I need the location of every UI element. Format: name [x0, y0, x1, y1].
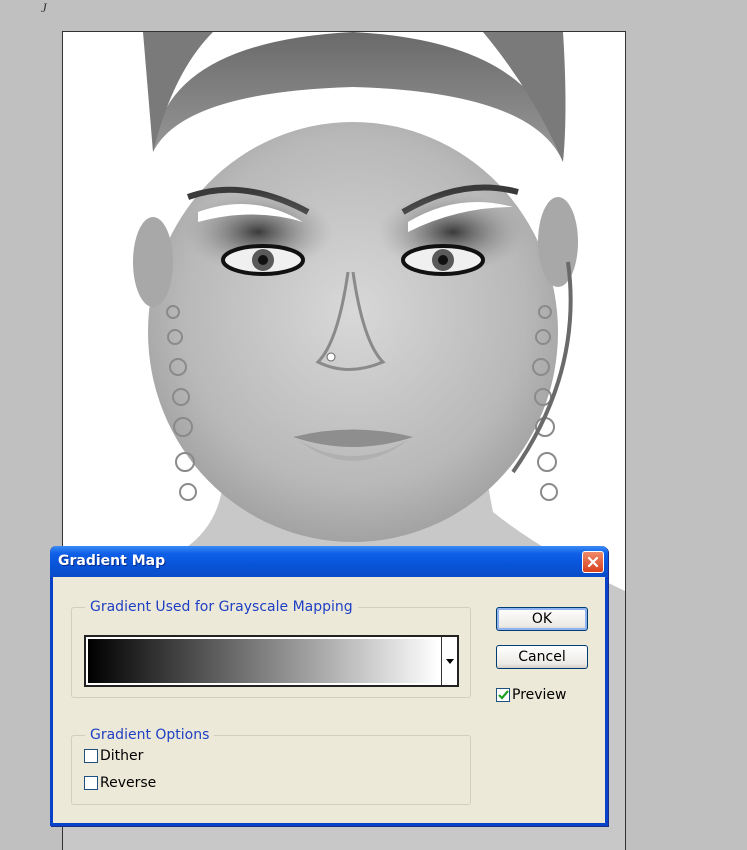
- triangle-down-icon: [445, 658, 454, 664]
- preview-option[interactable]: Preview: [496, 687, 567, 703]
- dither-label: Dither: [100, 748, 144, 764]
- dialog-title: Gradient Map: [58, 553, 166, 569]
- checkmark-icon: [497, 690, 509, 700]
- reverse-option[interactable]: Reverse: [84, 775, 156, 791]
- cancel-button[interactable]: Cancel: [496, 645, 588, 669]
- dialog-body: Gradient Used for Grayscale Mapping Grad…: [53, 577, 605, 823]
- ok-button[interactable]: OK: [496, 607, 588, 631]
- dialog-titlebar[interactable]: Gradient Map: [50, 546, 608, 577]
- gradient-map-dialog: Gradient Map Gradient Used for Grayscale…: [50, 546, 608, 826]
- gradient-picker[interactable]: [84, 635, 459, 687]
- dither-checkbox[interactable]: [84, 749, 98, 763]
- close-button[interactable]: [582, 551, 604, 573]
- gradient-options-legend: Gradient Options: [85, 727, 215, 743]
- gradient-preview-bar[interactable]: [88, 639, 439, 683]
- gradient-mapping-legend: Gradient Used for Grayscale Mapping: [85, 599, 358, 615]
- preview-label: Preview: [512, 687, 567, 703]
- gradient-options-group: Gradient Options Dither Reverse: [71, 727, 471, 805]
- preview-checkbox[interactable]: [496, 688, 510, 702]
- gradient-dropdown-button[interactable]: [441, 637, 457, 685]
- cursor-glyph: J: [41, 0, 47, 15]
- reverse-checkbox[interactable]: [84, 776, 98, 790]
- dither-option[interactable]: Dither: [84, 748, 143, 764]
- reverse-label: Reverse: [100, 775, 157, 791]
- gradient-mapping-group: Gradient Used for Grayscale Mapping: [71, 599, 471, 698]
- close-x-icon: [587, 556, 599, 568]
